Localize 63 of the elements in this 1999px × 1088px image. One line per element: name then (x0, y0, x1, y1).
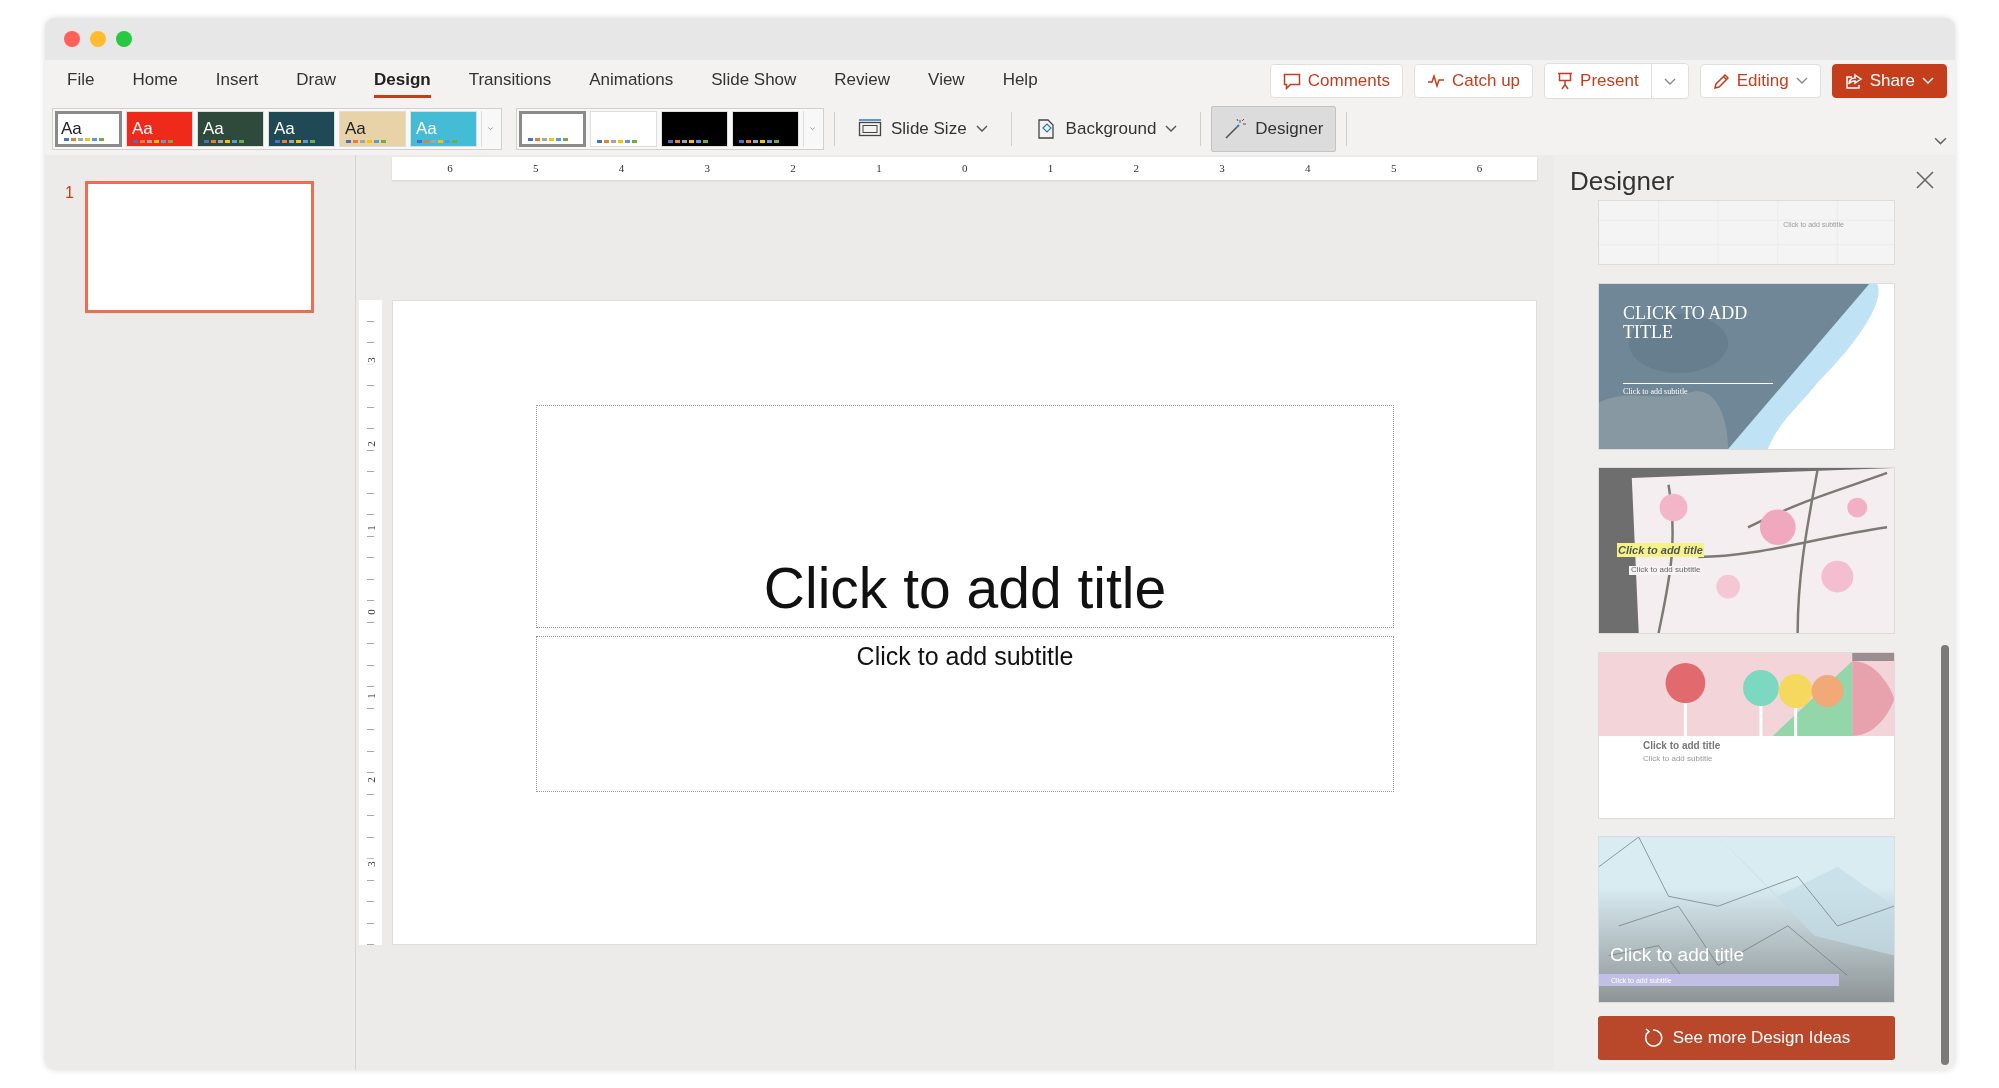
theme-thumbnail[interactable]: Aa (197, 110, 264, 147)
designer-button[interactable]: Designer (1211, 105, 1337, 152)
menu-tab[interactable]: View (928, 64, 965, 98)
caret-icon (975, 124, 988, 133)
menu-tab[interactable]: Draw (296, 64, 336, 98)
menu-tab[interactable]: Design (373, 64, 431, 98)
menu-tab[interactable]: Animations (589, 64, 674, 98)
present-button[interactable]: Present (1545, 64, 1652, 98)
refresh-icon (1642, 1028, 1663, 1049)
slide-number: 1 (65, 184, 74, 202)
pencil-icon (1712, 72, 1730, 90)
catch-up-button[interactable]: Catch up (1414, 64, 1534, 98)
close-icon[interactable] (1915, 170, 1935, 190)
subtitle-text: Click to add subtitle (1629, 566, 1703, 575)
subtitle-text: Click to add subtitle (1643, 754, 1713, 764)
pane-title: Designer (1570, 166, 1675, 197)
subtitle-text: Click to add subtitle (1623, 387, 1688, 397)
easel-icon (1557, 72, 1574, 90)
caret-icon (1165, 124, 1178, 133)
title-text: Click to add title (1610, 945, 1745, 967)
menu-tab[interactable]: Slide Show (711, 64, 797, 98)
variant-thumbnail[interactable] (519, 110, 586, 147)
see-more-button[interactable]: See more Design Ideas (1598, 1016, 1895, 1061)
theme-thumbnail[interactable]: Aa (268, 110, 335, 147)
menu-tab[interactable]: Insert (215, 64, 259, 98)
caret-icon (1795, 77, 1808, 85)
caret-icon (1663, 78, 1676, 86)
subtitle-placeholder[interactable]: Click to add subtitle (536, 636, 1394, 792)
caret-icon (488, 124, 493, 133)
title-text: Click to add title (1617, 543, 1704, 558)
share-icon (1844, 72, 1863, 90)
minimize-button[interactable] (90, 31, 106, 47)
theme-thumbnail[interactable]: Aa (55, 110, 122, 147)
caret-icon (1922, 77, 1934, 85)
design-idea[interactable]: Click to add title Click to add subtitle (1598, 651, 1895, 819)
slide-thumbnail[interactable] (84, 181, 314, 313)
editing-button[interactable]: Editing (1699, 64, 1821, 98)
menu-tab[interactable]: Review (834, 64, 891, 98)
menu-tab[interactable]: File (67, 64, 95, 98)
comments-button[interactable]: Comments (1269, 64, 1403, 98)
caret-icon (1934, 137, 1947, 145)
slide-size-icon (858, 118, 882, 139)
menu-tab[interactable]: Transitions (468, 64, 552, 98)
theme-thumbnail[interactable]: Aa (339, 110, 406, 147)
title-text: CLICK TO ADD TITLE (1623, 303, 1749, 344)
title-placeholder[interactable]: Click to add title (536, 405, 1394, 628)
comment-icon (1282, 72, 1301, 90)
title-text: Click to add title (1643, 739, 1721, 751)
menu-tab[interactable]: Help (1002, 64, 1038, 98)
pulse-icon (1427, 74, 1445, 88)
magic-wand-icon (1224, 117, 1247, 140)
caret-icon (810, 124, 815, 133)
slide-size-button[interactable]: Slide Size (845, 105, 1001, 152)
close-button[interactable] (64, 31, 80, 47)
share-button[interactable]: Share (1831, 64, 1947, 98)
menu-tab[interactable]: Home (132, 64, 178, 98)
scrollbar[interactable] (1941, 645, 1949, 1065)
zoom-button[interactable] (116, 31, 132, 47)
design-idea[interactable]: Click to add title Click to add subtitle (1598, 467, 1895, 635)
background-button[interactable]: Background (1021, 105, 1191, 152)
design-idea[interactable]: CLICK TO ADD TITLE Click to add subtitle (1598, 282, 1895, 450)
ruler-label: 3 (364, 355, 377, 365)
theme-thumbnail[interactable]: Aa (126, 110, 193, 147)
